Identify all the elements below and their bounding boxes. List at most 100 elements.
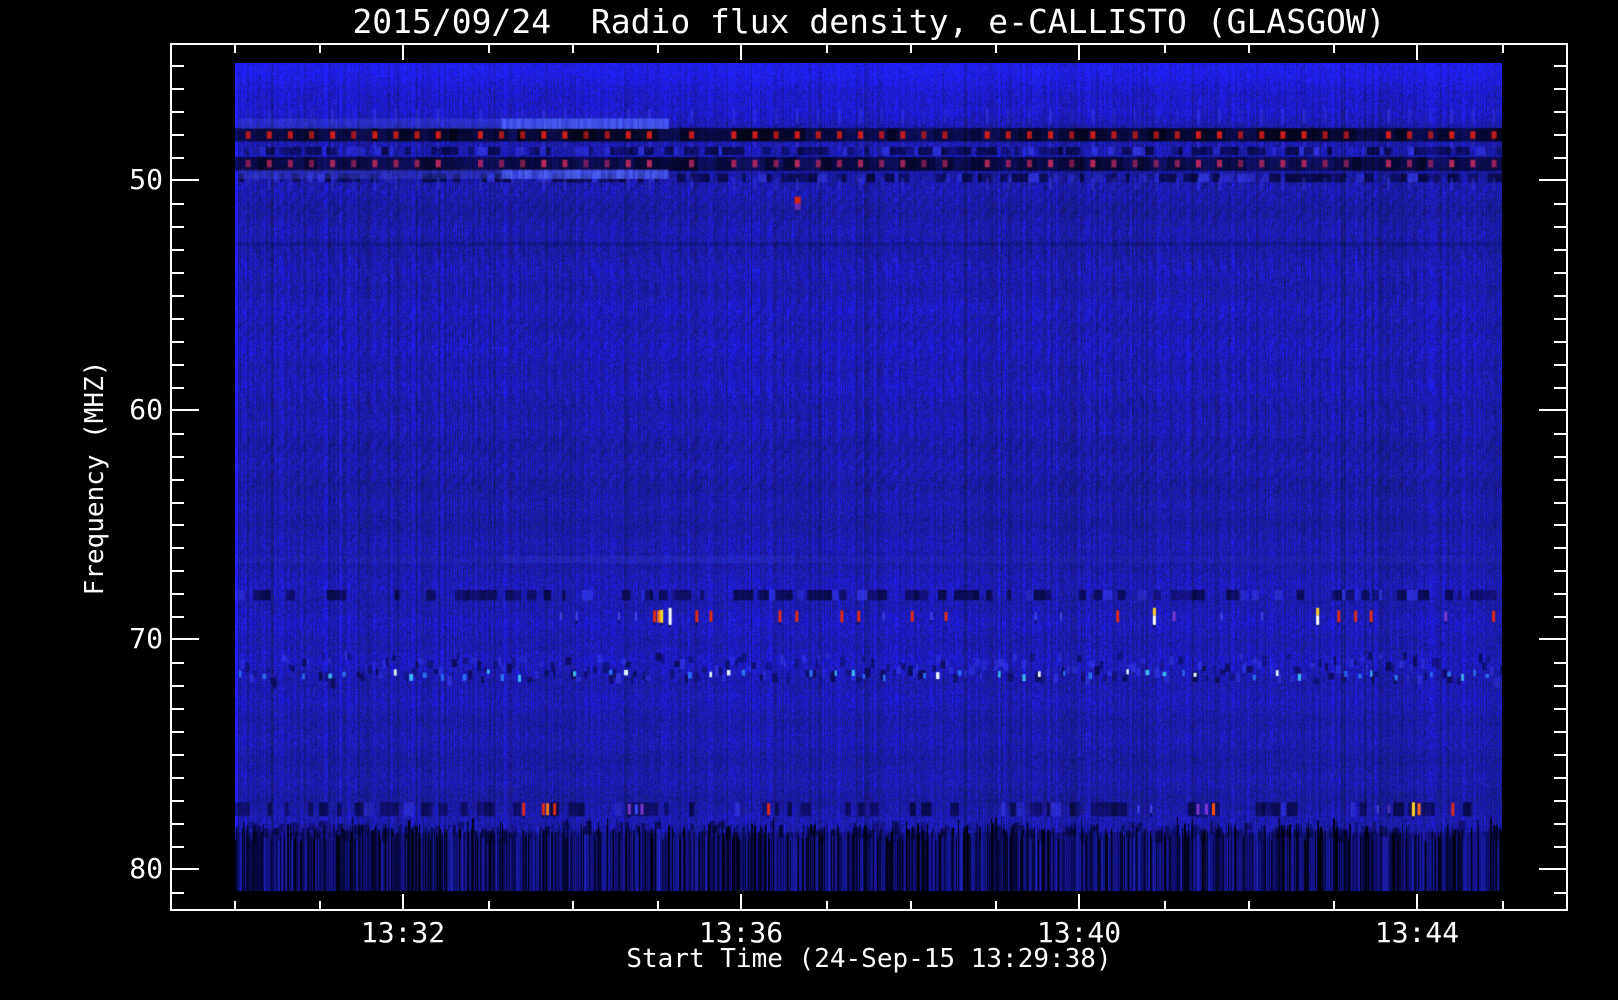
y-axis-minor-tick: [1554, 272, 1567, 274]
y-axis-minor-tick: [171, 593, 184, 595]
x-axis-minor-tick: [1164, 44, 1166, 53]
y-axis-major-tick: [171, 638, 199, 640]
y-axis-minor-tick: [1554, 88, 1567, 90]
y-axis-minor-tick: [171, 226, 184, 228]
y-axis-major-tick: [171, 868, 199, 870]
y-axis-minor-tick: [171, 502, 184, 504]
y-axis-minor-tick: [1554, 616, 1567, 618]
y-tick-label: 70: [129, 622, 163, 655]
y-axis-minor-tick: [171, 318, 184, 320]
x-axis-major-tick: [1078, 894, 1080, 910]
y-axis-minor-tick: [1554, 433, 1567, 435]
y-axis-minor-tick: [1554, 570, 1567, 572]
y-axis-minor-tick: [171, 88, 184, 90]
x-axis-major-tick: [1078, 44, 1080, 60]
x-axis-major-tick: [740, 44, 742, 60]
x-axis-major-tick: [740, 894, 742, 910]
x-axis-major-tick: [402, 894, 404, 910]
y-axis-minor-tick: [1554, 134, 1567, 136]
y-axis-minor-tick: [1554, 777, 1567, 779]
x-axis-minor-tick: [488, 901, 490, 910]
y-axis-minor-tick: [171, 570, 184, 572]
y-axis-minor-tick: [1554, 456, 1567, 458]
x-axis-minor-tick: [910, 44, 912, 53]
x-axis-minor-tick: [1164, 901, 1166, 910]
y-axis-major-tick: [1539, 868, 1567, 870]
y-axis-minor-tick: [1554, 800, 1567, 802]
y-axis-minor-tick: [1554, 318, 1567, 320]
x-axis-minor-tick: [1333, 44, 1335, 53]
y-axis-minor-tick: [171, 433, 184, 435]
y-axis-minor-tick: [171, 754, 184, 756]
y-axis-minor-tick: [171, 892, 184, 894]
x-axis-minor-tick: [826, 901, 828, 910]
x-axis-major-tick: [1416, 894, 1418, 910]
x-axis-major-tick: [1416, 44, 1418, 60]
y-axis-major-tick: [1539, 409, 1567, 411]
x-axis-minor-tick: [234, 44, 236, 53]
y-tick-label: 60: [129, 393, 163, 426]
x-axis-minor-tick: [572, 901, 574, 910]
y-axis-major-tick: [171, 179, 199, 181]
y-axis-minor-tick: [171, 456, 184, 458]
y-axis-minor-tick: [171, 731, 184, 733]
y-axis-minor-tick: [1554, 823, 1567, 825]
y-axis-minor-tick: [1554, 249, 1567, 251]
y-axis-minor-tick: [171, 547, 184, 549]
x-axis-minor-tick: [1502, 901, 1504, 910]
y-axis-minor-tick: [1554, 524, 1567, 526]
x-axis-minor-tick: [910, 901, 912, 910]
y-axis-minor-tick: [171, 249, 184, 251]
y-axis-minor-tick: [1554, 892, 1567, 894]
y-axis-minor-tick: [171, 295, 184, 297]
y-axis-minor-tick: [171, 708, 184, 710]
y-axis-minor-tick: [171, 777, 184, 779]
y-axis-minor-tick: [1554, 65, 1567, 67]
x-axis-minor-tick: [234, 901, 236, 910]
y-axis-minor-tick: [1554, 731, 1567, 733]
y-axis-minor-tick: [1554, 111, 1567, 113]
spectrogram-page: { "chart_data": { "type": "heatmap", "ti…: [0, 0, 1618, 1000]
y-axis-minor-tick: [1554, 203, 1567, 205]
y-axis-minor-tick: [171, 111, 184, 113]
y-axis-minor-tick: [171, 685, 184, 687]
y-axis-minor-tick: [171, 134, 184, 136]
x-axis-minor-tick: [1248, 44, 1250, 53]
y-axis-minor-tick: [1554, 685, 1567, 687]
x-axis-minor-tick: [1248, 901, 1250, 910]
y-axis-minor-tick: [171, 662, 184, 664]
y-axis-minor-tick: [1554, 662, 1567, 664]
y-axis-minor-tick: [1554, 479, 1567, 481]
y-axis-minor-tick: [171, 203, 184, 205]
y-axis-minor-tick: [171, 364, 184, 366]
y-axis-minor-tick: [171, 157, 184, 159]
y-axis-minor-tick: [171, 65, 184, 67]
y-axis-major-tick: [171, 409, 199, 411]
y-axis-minor-tick: [1554, 547, 1567, 549]
y-axis-major-tick: [1539, 179, 1567, 181]
y-axis-minor-tick: [171, 846, 184, 848]
axis-ticks-layer: 13:32 13:36 13:40 13:44 50 60 70 80: [0, 0, 1618, 1000]
y-axis-minor-tick: [171, 479, 184, 481]
y-axis-minor-tick: [171, 823, 184, 825]
y-axis-minor-tick: [1554, 364, 1567, 366]
x-axis-minor-tick: [995, 44, 997, 53]
y-axis-minor-tick: [1554, 226, 1567, 228]
x-axis-minor-tick: [657, 901, 659, 910]
x-axis-minor-tick: [319, 44, 321, 53]
x-axis-minor-tick: [1502, 44, 1504, 53]
y-axis-minor-tick: [1554, 502, 1567, 504]
x-axis-minor-tick: [572, 44, 574, 53]
x-axis-minor-tick: [319, 901, 321, 910]
y-axis-minor-tick: [171, 800, 184, 802]
x-axis-major-tick: [402, 44, 404, 60]
x-axis-label: Start Time (24-Sep-15 13:29:38): [626, 944, 1112, 974]
y-axis-minor-tick: [171, 524, 184, 526]
y-axis-minor-tick: [1554, 387, 1567, 389]
y-tick-label: 80: [129, 852, 163, 885]
y-axis-minor-tick: [1554, 157, 1567, 159]
y-axis-minor-tick: [1554, 754, 1567, 756]
y-axis-minor-tick: [171, 616, 184, 618]
y-axis-major-tick: [1539, 638, 1567, 640]
y-axis-minor-tick: [1554, 295, 1567, 297]
